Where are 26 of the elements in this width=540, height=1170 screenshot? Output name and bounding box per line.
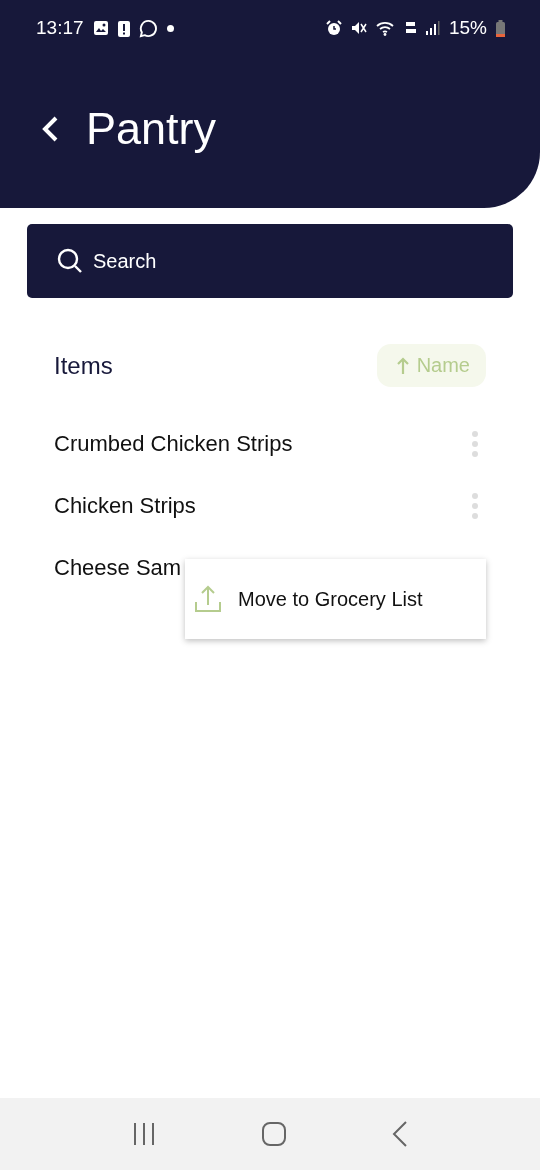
mute-icon	[350, 20, 367, 36]
item-name[interactable]: Cheese Sam	[54, 555, 182, 581]
battery-icon	[496, 19, 505, 37]
back-nav-icon[interactable]	[391, 1121, 408, 1147]
item-name[interactable]: Crumbed Chicken Strips	[54, 431, 293, 457]
image-icon	[92, 20, 109, 36]
volte-icon	[404, 20, 417, 36]
recent-apps-icon[interactable]	[132, 1122, 157, 1146]
clock: 13:17	[36, 17, 84, 39]
upload-icon	[194, 585, 222, 613]
signal-icon	[425, 20, 440, 36]
search-icon	[57, 248, 83, 274]
chat-icon	[138, 18, 158, 38]
battery-percentage: 15%	[448, 17, 487, 39]
wifi-icon	[375, 20, 396, 36]
search-field[interactable]: Search	[27, 224, 513, 298]
dot-icon	[166, 24, 174, 32]
page-title: Pantry	[86, 103, 217, 155]
back-icon[interactable]	[40, 115, 60, 143]
item-name[interactable]: Chicken Strips	[54, 493, 196, 519]
alarm-icon	[325, 20, 342, 36]
home-icon[interactable]	[261, 1121, 287, 1147]
section-title: Items	[54, 351, 113, 380]
menu-item[interactable]: Move to Grocery List	[185, 569, 486, 629]
battery-alert-icon	[117, 19, 130, 37]
arrow-up-icon	[396, 356, 409, 375]
